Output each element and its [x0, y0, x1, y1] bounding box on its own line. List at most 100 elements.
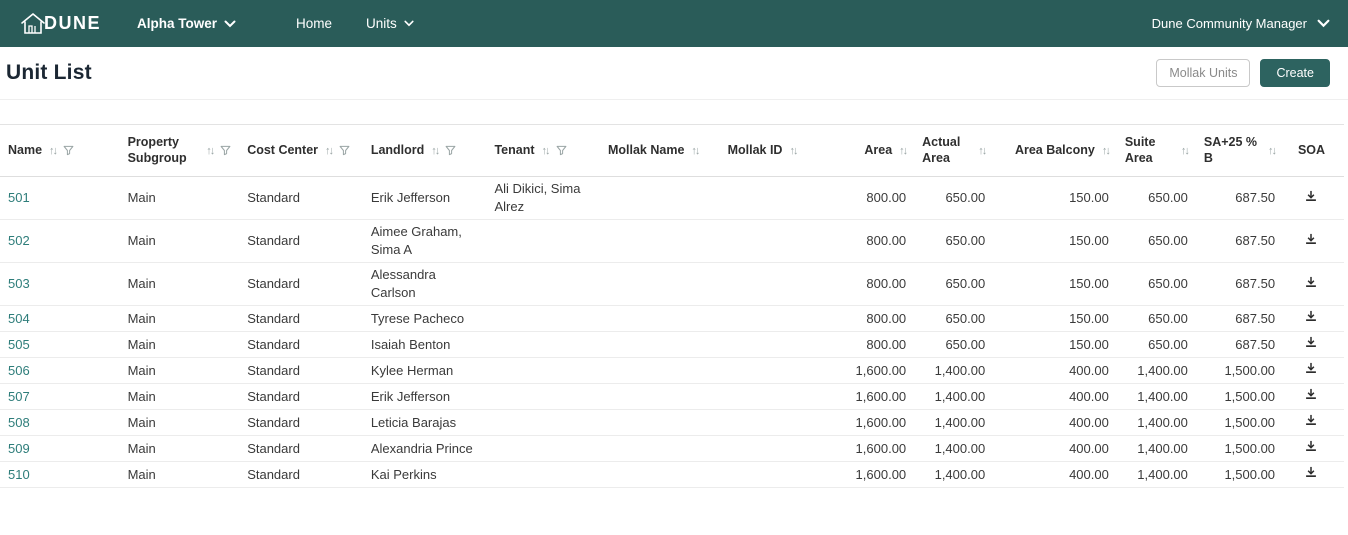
filter-icon[interactable]: [339, 145, 350, 156]
cell-landlord: Kylee Herman: [370, 362, 454, 378]
sort-icon[interactable]: ↑↓: [691, 145, 700, 157]
cell-soa: [1283, 358, 1344, 384]
cell-sa25b: 1,500.00: [1224, 414, 1276, 430]
sort-icon[interactable]: ↑↓: [542, 145, 551, 157]
column-label: Actual Area: [922, 135, 961, 165]
sort-icon[interactable]: ↑↓: [1102, 145, 1111, 157]
download-soa-icon[interactable]: [1304, 361, 1318, 375]
chevron-down-icon: [1317, 19, 1330, 28]
cell-mollak_name: [600, 306, 720, 332]
table-row: 505 Main Standard Isaiah Benton 800.00 650.00…: [0, 332, 1344, 358]
cell-name: 503: [0, 263, 120, 306]
column-header-landlord[interactable]: Landlord ↑↓: [363, 125, 487, 177]
column-header-name[interactable]: Name ↑↓: [0, 125, 120, 177]
mollak-units-button[interactable]: Mollak Units: [1156, 59, 1251, 87]
unit-link[interactable]: 508: [8, 415, 30, 430]
property-selector-dropdown[interactable]: Alpha Tower: [137, 16, 236, 31]
unit-link[interactable]: 507: [8, 389, 30, 404]
sort-icon[interactable]: ↑↓: [325, 145, 334, 157]
download-soa-icon[interactable]: [1304, 387, 1318, 401]
cell-suite_area: 1,400.00: [1137, 414, 1188, 430]
column-header-mollak_id[interactable]: Mollak ID ↑↓: [720, 125, 813, 177]
unit-link[interactable]: 504: [8, 311, 30, 326]
unit-link[interactable]: 505: [8, 337, 30, 352]
filter-icon[interactable]: [220, 145, 231, 156]
cell-suite_area: 1,400.00: [1137, 362, 1188, 378]
column-header-suite_area[interactable]: Suite Area ↑↓: [1117, 125, 1196, 177]
cell-tenant: [486, 410, 600, 436]
download-soa-icon[interactable]: [1304, 465, 1318, 479]
unit-link[interactable]: 509: [8, 441, 30, 456]
download-soa-icon[interactable]: [1304, 413, 1318, 427]
filter-icon[interactable]: [445, 145, 456, 156]
column-header-mollak_name[interactable]: Mollak Name ↑↓: [600, 125, 720, 177]
cell-mollak_name: [600, 177, 720, 220]
sort-icon[interactable]: ↑↓: [789, 145, 798, 157]
unit-link[interactable]: 503: [8, 276, 30, 291]
cell-area_balcony: 400.00: [1069, 362, 1109, 378]
sort-icon[interactable]: ↑↓: [206, 145, 215, 157]
cell-actual_area: 650.00: [945, 190, 986, 206]
sort-icon[interactable]: ↑↓: [899, 145, 908, 157]
cell-name: 501: [0, 177, 120, 220]
cell-mollak_id: [720, 384, 813, 410]
nav-item-units[interactable]: Units: [366, 16, 414, 31]
download-soa-icon[interactable]: [1304, 309, 1318, 323]
sort-icon[interactable]: ↑↓: [431, 145, 440, 157]
cell-area: 1,600.00: [855, 362, 907, 378]
filter-icon[interactable]: [556, 145, 567, 156]
column-label: Name: [8, 142, 43, 157]
column-header-tenant[interactable]: Tenant ↑↓: [486, 125, 600, 177]
unit-link[interactable]: 506: [8, 363, 30, 378]
cell-tenant: [486, 263, 600, 306]
cell-name: 510: [0, 462, 120, 488]
sort-icon[interactable]: ↑↓: [49, 145, 58, 157]
cell-area: 800.00: [866, 190, 907, 206]
cell-landlord: Alexandria Prince: [370, 440, 473, 456]
download-soa-icon[interactable]: [1304, 189, 1318, 203]
cell-sa25b: 687.50: [1235, 310, 1276, 326]
sort-icon[interactable]: ↑↓: [1268, 145, 1277, 157]
cell-sa25b: 687.50: [1235, 336, 1276, 352]
cell-area: 800.00: [866, 336, 907, 352]
brand-name: DUNE: [44, 13, 102, 33]
page-title: Unit List: [6, 61, 92, 84]
cell-name: 507: [0, 384, 120, 410]
column-label: SOA: [1297, 142, 1326, 157]
cell-property_subgroup: Main: [127, 310, 156, 326]
filter-icon[interactable]: [63, 145, 74, 156]
unit-link[interactable]: 510: [8, 467, 30, 482]
column-header-sa25b[interactable]: SA+25 % B ↑↓: [1196, 125, 1283, 177]
column-header-cost_center[interactable]: Cost Center ↑↓: [239, 125, 363, 177]
user-menu-dropdown[interactable]: Dune Community Manager: [1152, 16, 1330, 31]
cell-soa: [1283, 436, 1344, 462]
column-header-area[interactable]: Area ↑↓: [813, 125, 914, 177]
download-soa-icon[interactable]: [1304, 439, 1318, 453]
cell-soa: [1283, 177, 1344, 220]
unit-table: Name ↑↓ Property Subgroup ↑↓ Cost Center ↑↓ La…: [0, 124, 1344, 488]
download-soa-icon[interactable]: [1304, 232, 1318, 246]
table-row: 507 Main Standard Erik Jefferson 1,600.00 1,4…: [0, 384, 1344, 410]
unit-link[interactable]: 502: [8, 233, 30, 248]
cell-mollak_id: [720, 220, 813, 263]
cell-mollak_name: [600, 332, 720, 358]
column-label: Mollak Name: [607, 142, 685, 157]
column-header-property_subgroup[interactable]: Property Subgroup ↑↓: [120, 125, 240, 177]
sort-icon[interactable]: ↑↓: [1181, 145, 1190, 157]
sort-icon[interactable]: ↑↓: [978, 145, 987, 157]
column-header-actual_area[interactable]: Actual Area ↑↓: [914, 125, 993, 177]
column-header-area_balcony[interactable]: Area Balcony ↑↓: [993, 125, 1117, 177]
unit-link[interactable]: 501: [8, 190, 30, 205]
cell-area: 800.00: [866, 310, 907, 326]
cell-sa25b: 687.50: [1235, 233, 1276, 249]
cell-suite_area: 1,400.00: [1137, 466, 1188, 482]
cell-name: 504: [0, 306, 120, 332]
cell-cost_center: Standard: [247, 233, 300, 249]
table-row: 503 Main Standard Alessandra Carlson 800.00 6…: [0, 263, 1344, 306]
download-soa-icon[interactable]: [1304, 335, 1318, 349]
create-button[interactable]: Create: [1260, 59, 1330, 87]
brand-logo[interactable]: DUNE: [18, 11, 101, 37]
download-soa-icon[interactable]: [1304, 275, 1318, 289]
cell-landlord: Kai Perkins: [370, 466, 437, 482]
nav-item-home[interactable]: Home: [296, 16, 332, 31]
